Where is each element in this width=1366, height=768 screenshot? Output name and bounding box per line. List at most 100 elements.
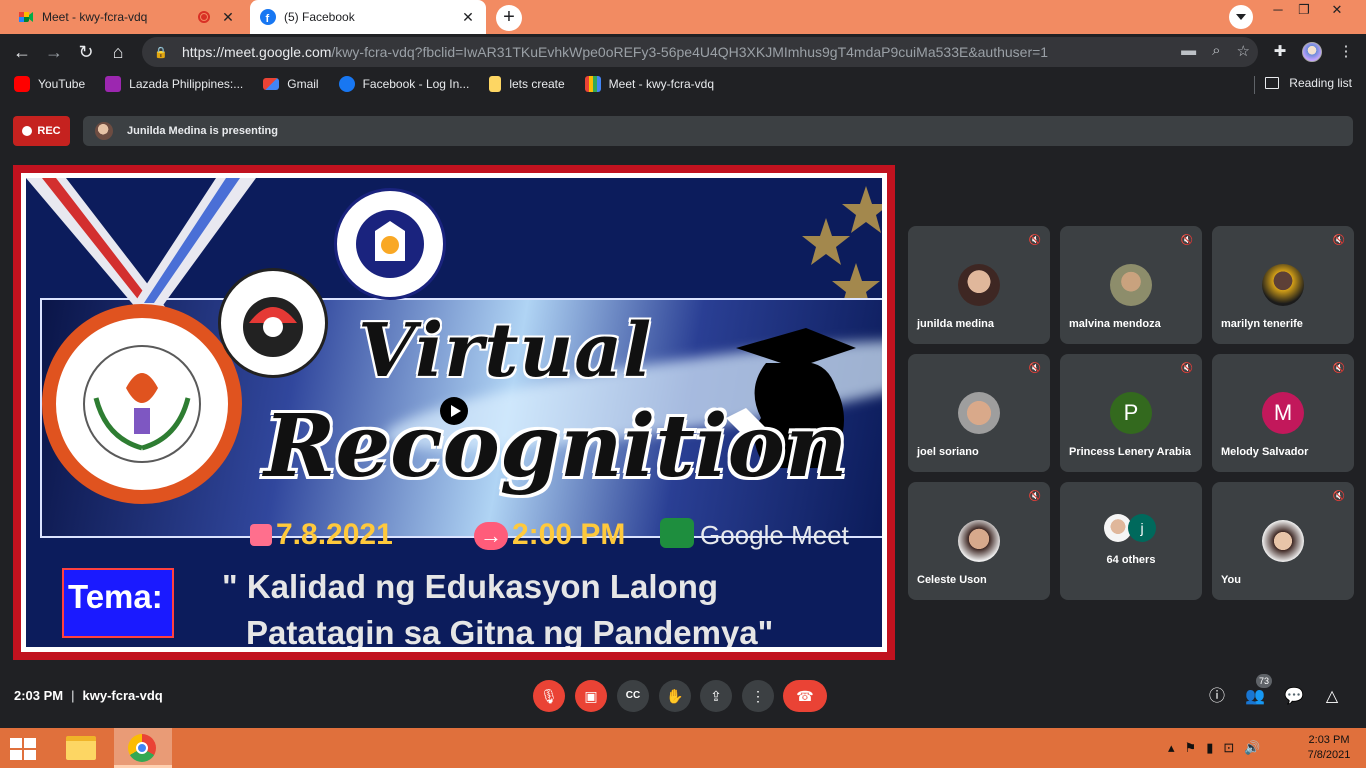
tab-search-button[interactable] [1229,5,1253,29]
bookmark-meet[interactable]: Meet - kwy-fcra-vdq [584,76,715,92]
event-time: 2:00 PM [512,518,626,551]
recording-label: REC [37,125,61,137]
google-meet-icon [584,76,601,92]
participant-name: Princess Lenery Arabia [1069,446,1191,458]
bookmark-lazada[interactable]: Lazada Philippines:... [105,76,243,92]
facebook-icon: f [260,9,276,25]
presenting-banner: Junilda Medina is presenting [83,116,1353,146]
arrow-right-icon: → [474,522,508,550]
participant-tile[interactable]: 🔇 M Melody Salvador [1212,354,1354,472]
mic-off-icon: 🔇 [1180,363,1194,374]
chat-icon: 💬 [1284,688,1304,705]
camera-toggle-button[interactable]: ▣ [575,680,607,712]
back-button[interactable]: ← [10,40,34,64]
division-seal-logo [218,268,328,378]
tab-title: (5) Facebook [284,10,355,24]
mic-off-icon: 🔇 [1332,235,1346,246]
system-clock[interactable]: 2:03 PM 7/8/2021 [1294,733,1364,763]
participant-name: Celeste Uson [917,574,987,586]
school-seal-logo [42,304,242,504]
bookmark-gmail[interactable]: Gmail [263,77,319,91]
google-meet-icon [18,9,34,25]
people-button[interactable]: 👥 [1244,686,1266,708]
meeting-details-button[interactable]: ⓘ [1206,686,1228,708]
raise-hand-button[interactable]: ✋ [659,680,691,712]
participant-tile[interactable]: 🔇 malvina mendoza [1060,226,1202,344]
activities-icon: △ [1325,688,1339,705]
bookmark-label: Meet - kwy-fcra-vdq [608,77,715,91]
mic-off-icon: 🔇 [1180,235,1194,246]
windows-start-button[interactable] [10,738,38,760]
bookmark-lets-create[interactable]: lets create [489,76,565,92]
tab-facebook[interactable]: f (5) Facebook ✕ [250,0,486,34]
chevron-up-icon[interactable]: ▴ [1168,740,1175,756]
close-tab-icon[interactable]: ✕ [220,9,236,26]
reload-button[interactable]: ↻ [74,40,98,64]
participant-tile[interactable]: 🔇 P Princess Lenery Arabia [1060,354,1202,472]
close-window-button[interactable]: ✕ [1322,0,1352,22]
stars-decoration [802,186,882,310]
home-button[interactable]: ⌂ [106,40,130,64]
extensions-icon[interactable]: ✚ [1270,42,1290,62]
participant-tile[interactable]: 🔇 joel soriano [908,354,1050,472]
lazada-icon [105,76,122,92]
theme-line-1: " Kalidad ng Edukasyon Lalong [222,568,719,605]
maximize-button[interactable]: ❐ [1289,0,1319,22]
self-tile[interactable]: 🔇 You [1212,482,1354,600]
others-tile[interactable]: j 64 others [1060,482,1202,600]
present-button[interactable]: ⇪ [700,680,732,712]
lock-icon: 🔒 [154,46,168,59]
forward-button[interactable]: → [42,40,66,64]
profile-avatar[interactable] [1302,42,1322,62]
participant-avatar: P [1110,392,1152,434]
participant-tile[interactable]: 🔇 Celeste Uson [908,482,1050,600]
battery-icon[interactable]: ▮ [1206,740,1213,756]
system-tray: ▴ ⚑ ▮ ⊡ 🔊 [1168,740,1260,756]
mic-toggle-button[interactable]: 🎙 [533,680,565,712]
zoom-icon[interactable]: ⌕ [1212,42,1220,60]
chrome-app[interactable] [114,728,172,768]
more-options-button[interactable]: ⋮ [742,680,774,712]
event-info-row: 7.8.2021 → 2:00 PM Google Meet [250,518,850,558]
divider: | [71,688,75,703]
taskbar: ▴ ⚑ ▮ ⊡ 🔊 2:03 PM 7/8/2021 [0,728,1366,768]
flag-icon[interactable]: ⚑ [1185,740,1197,756]
google-meet-icon [660,518,694,548]
file-explorer-app[interactable] [52,728,110,768]
hand-icon: ✋ [666,688,684,704]
participant-name: You [1221,574,1241,586]
info-icon: ⓘ [1208,688,1225,705]
camera-icon[interactable]: ▬ [1181,42,1196,60]
tab-meet[interactable]: Meet - kwy-fcra-vdq ✕ [8,0,246,34]
bookmark-facebook[interactable]: Facebook - Log In... [338,76,469,92]
play-icon[interactable] [440,397,468,425]
close-tab-icon[interactable]: ✕ [460,9,476,26]
platform-label: Google Meet [700,520,849,550]
participant-tile[interactable]: 🔇 junilda medina [908,226,1050,344]
volume-icon[interactable]: 🔊 [1244,740,1260,756]
people-count-badge: 73 [1256,674,1272,688]
presentation-view[interactable]: Virtual Recognition 7.8.2021 → 2:00 PM G… [13,165,895,660]
bookmark-star-icon[interactable]: ☆ [1237,42,1250,60]
bookmark-youtube[interactable]: YouTube [14,76,85,92]
recording-badge[interactable]: REC [13,116,70,146]
bookmark-label: lets create [509,77,565,91]
tema-label: Tema: [68,578,163,615]
participant-tile[interactable]: 🔇 marilyn tenerife [1212,226,1354,344]
slide-title-recognition: Recognition [264,396,848,497]
activities-button[interactable]: △ [1321,686,1343,708]
new-tab-button[interactable]: + [496,5,522,31]
menu-kebab-icon[interactable]: ⋮ [1336,42,1356,62]
participant-avatar: j [1128,514,1156,542]
browser-toolbar: ← → ↻ ⌂ 🔒 https://meet.google.com /kwy-f… [0,34,1366,70]
presenting-text: Junilda Medina is presenting [127,125,278,137]
captions-button[interactable]: CC [617,680,649,712]
network-icon[interactable]: ⊡ [1223,740,1234,756]
reading-list-button[interactable]: Reading list [1265,76,1352,90]
chat-button[interactable]: 💬 [1283,686,1305,708]
address-bar[interactable]: 🔒 https://meet.google.com /kwy-fcra-vdq?… [142,37,1258,67]
participant-avatar [958,520,1000,562]
present-screen-icon: ⇪ [710,688,722,704]
participant-name: Melody Salvador [1221,446,1309,458]
leave-call-button[interactable]: ☎ [783,680,827,712]
